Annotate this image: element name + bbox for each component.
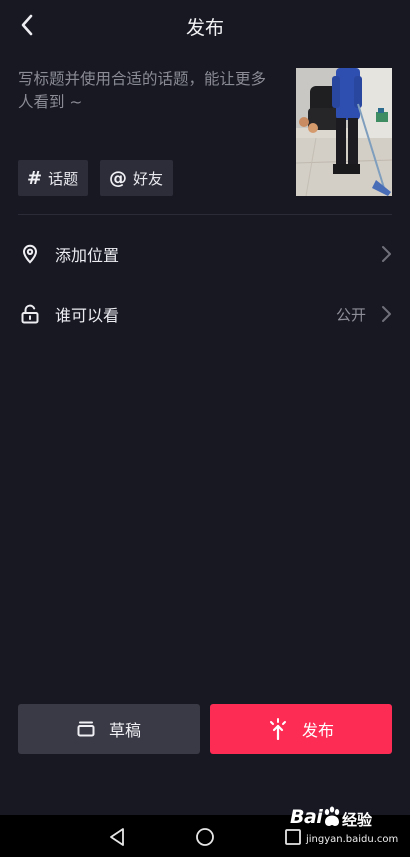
draft-box-icon: [77, 721, 95, 737]
visibility-label: 谁可以看: [55, 306, 120, 325]
caption-input[interactable]: [18, 68, 280, 138]
top-bar: 发布: [0, 0, 410, 52]
nav-back-icon[interactable]: [106, 826, 128, 848]
chevron-right-icon: [382, 246, 391, 262]
nav-home-icon[interactable]: [194, 826, 216, 848]
chevron-right-icon: [382, 306, 391, 322]
location-pin-icon: [22, 244, 38, 264]
page-title: 发布: [185, 17, 224, 39]
draft-button[interactable]: 草稿: [18, 704, 200, 754]
publish-spark-icon: [269, 718, 286, 740]
add-location-row[interactable]: 添加位置: [0, 226, 410, 282]
topic-chip-label: 话题: [48, 169, 79, 188]
add-location-label: 添加位置: [55, 246, 120, 265]
publish-button-label: 发布: [301, 721, 334, 740]
visibility-value: 公开: [335, 305, 366, 324]
visibility-row[interactable]: 谁可以看 公开: [0, 286, 410, 342]
unlock-icon: [21, 304, 39, 324]
publish-button[interactable]: 发布: [210, 704, 392, 754]
video-thumbnail[interactable]: [296, 68, 392, 196]
thumbnail-image: [296, 68, 392, 196]
friends-chip-label: 好友: [133, 169, 164, 188]
at-icon: @: [109, 167, 127, 189]
hashtag-icon: #: [27, 167, 43, 189]
draft-button-label: 草稿: [108, 721, 141, 740]
friends-chip[interactable]: @ 好友: [100, 160, 174, 196]
topic-chip[interactable]: # 话题: [18, 160, 89, 196]
divider: [18, 214, 392, 215]
system-nav-bar: [0, 815, 410, 857]
nav-recents-icon[interactable]: [282, 826, 304, 848]
